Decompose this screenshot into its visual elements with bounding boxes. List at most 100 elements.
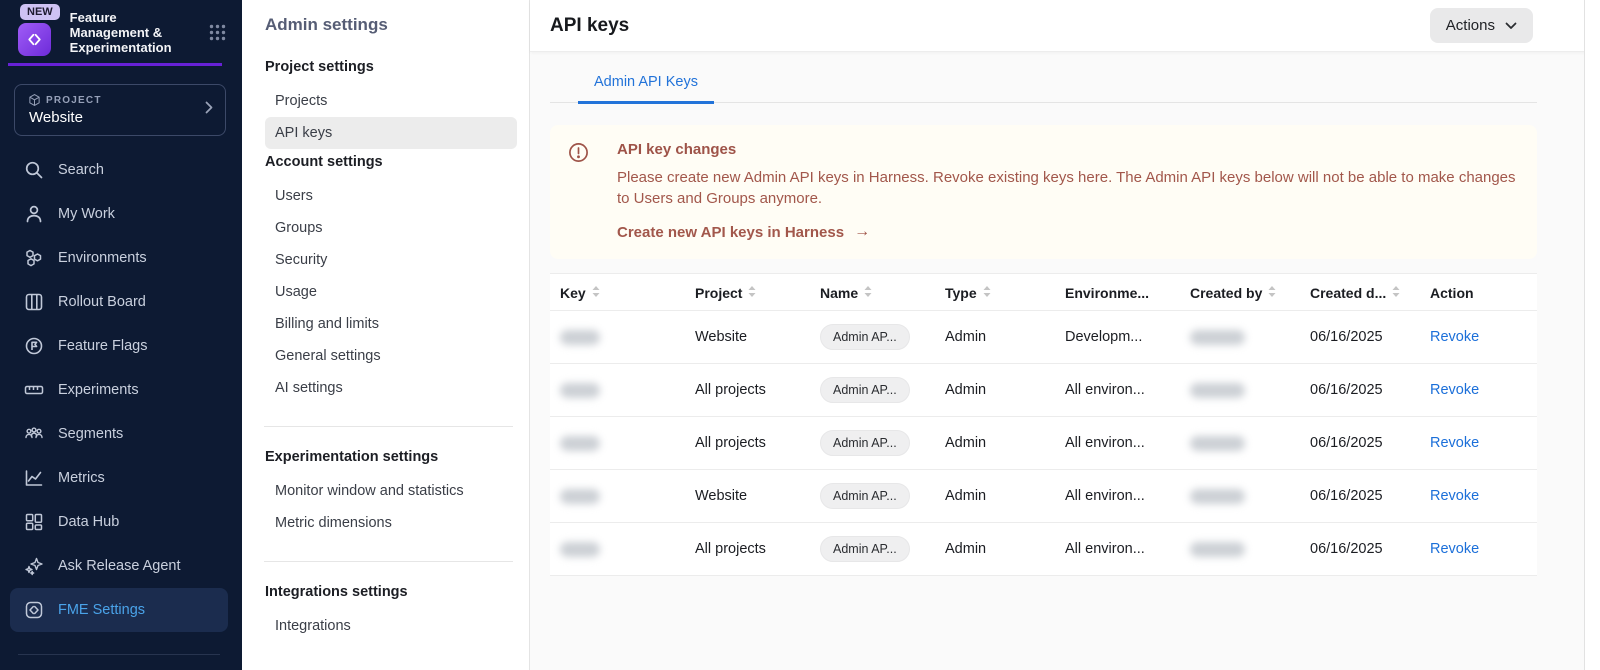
- revoke-link[interactable]: Revoke: [1430, 382, 1479, 398]
- revoke-link[interactable]: Revoke: [1430, 435, 1479, 451]
- column-header-key[interactable]: Key: [550, 274, 685, 311]
- primary-sidebar: NEW Feature Management & Experimentation: [0, 0, 242, 670]
- table-row: All projects Admin AP... Admin All envir…: [550, 364, 1537, 417]
- environment-cell: All environ...: [1055, 523, 1180, 576]
- project-label: PROJECT: [46, 95, 102, 106]
- environment-cell: All environ...: [1055, 417, 1180, 470]
- redacted-created-by: [1190, 542, 1245, 557]
- table-row: All projects Admin AP... Admin All envir…: [550, 523, 1537, 576]
- sidebar-item-label: Metrics: [58, 470, 105, 486]
- chevron-right-icon: [205, 101, 213, 119]
- line-chart-icon: [24, 468, 44, 488]
- column-header-type[interactable]: Type: [935, 274, 1055, 311]
- project-cell: Website: [685, 470, 810, 523]
- revoke-link[interactable]: Revoke: [1430, 488, 1479, 504]
- split-logo-icon: [24, 29, 45, 50]
- people-icon: [24, 424, 44, 444]
- settings-item-api-keys[interactable]: API keys: [265, 117, 517, 149]
- page-title: API keys: [550, 15, 629, 37]
- sidebar-item-label: Segments: [58, 426, 123, 442]
- create-api-keys-link[interactable]: Create new API keys in Harness →: [617, 223, 1517, 241]
- section-header-account-settings: Account settings: [265, 154, 529, 170]
- key-name-badge: Admin AP...: [820, 536, 910, 562]
- table-row: Website Admin AP... Admin Developm... 06…: [550, 311, 1537, 364]
- redacted-created-by: [1190, 383, 1245, 398]
- column-header-name[interactable]: Name: [810, 274, 935, 311]
- project-cell: All projects: [685, 523, 810, 576]
- settings-item-users[interactable]: Users: [265, 180, 517, 212]
- revoke-link[interactable]: Revoke: [1430, 329, 1479, 345]
- settings-item-metric-dimensions[interactable]: Metric dimensions: [265, 507, 517, 539]
- cube-icon: [29, 94, 40, 106]
- sidebar-item-segments[interactable]: Segments: [10, 412, 228, 456]
- app-grid-icon[interactable]: [209, 24, 226, 56]
- api-key-changes-callout: API key changes Please create new Admin …: [550, 125, 1537, 259]
- column-header-action: Action: [1420, 274, 1537, 311]
- sidebar-item-label: Experiments: [58, 382, 139, 398]
- sidebar-item-metrics[interactable]: Metrics: [10, 456, 228, 500]
- column-header-environment[interactable]: Environme...: [1055, 274, 1180, 311]
- settings-item-billing-and-limits[interactable]: Billing and limits: [265, 308, 517, 340]
- user-icon: [24, 204, 44, 224]
- sidebar-item-search[interactable]: Search: [10, 148, 228, 192]
- actions-button[interactable]: Actions: [1430, 8, 1533, 43]
- sort-icon: [1392, 284, 1400, 300]
- search-icon: [24, 160, 44, 180]
- project-selector[interactable]: PROJECT Website: [14, 84, 226, 136]
- column-header-created-by[interactable]: Created by: [1180, 274, 1300, 311]
- key-name-badge: Admin AP...: [820, 430, 910, 456]
- fme-logo: [18, 23, 51, 56]
- project-cell: All projects: [685, 364, 810, 417]
- settings-item-projects[interactable]: Projects: [265, 85, 517, 117]
- sidebar-item-my-work[interactable]: My Work: [10, 192, 228, 236]
- sidebar-item-label: FME Settings: [58, 602, 145, 618]
- sidebar-item-rollout-board[interactable]: Rollout Board: [10, 280, 228, 324]
- key-name-badge: Admin AP...: [820, 483, 910, 509]
- table-row: Website Admin AP... Admin All environ...…: [550, 470, 1537, 523]
- table-header-row: Key Project Name Type Environme... Creat…: [550, 274, 1537, 311]
- settings-item-integrations[interactable]: Integrations: [265, 610, 517, 642]
- sidebar-item-label: My Work: [58, 206, 115, 222]
- fme-settings-icon: [24, 600, 44, 620]
- sidebar-item-environments[interactable]: Environments: [10, 236, 228, 280]
- admin-settings-panel: Admin settings Project settings Projects…: [242, 0, 530, 670]
- created-date-cell: 06/16/2025: [1300, 311, 1420, 364]
- arrow-right-icon: →: [854, 223, 870, 241]
- settings-item-ai-settings[interactable]: AI settings: [265, 372, 517, 404]
- sidebar-item-ask-release-agent[interactable]: Ask Release Agent: [10, 544, 228, 588]
- settings-item-usage[interactable]: Usage: [265, 276, 517, 308]
- column-header-created-date[interactable]: Created d...: [1300, 274, 1420, 311]
- board-columns-icon: [24, 292, 44, 312]
- created-date-cell: 06/16/2025: [1300, 417, 1420, 470]
- revoke-link[interactable]: Revoke: [1430, 541, 1479, 557]
- sort-icon: [864, 284, 872, 300]
- key-name-badge: Admin AP...: [820, 324, 910, 350]
- section-header-integrations-settings: Integrations settings: [265, 584, 529, 600]
- alert-circle-icon: [568, 142, 589, 241]
- sidebar-item-label: Feature Flags: [58, 338, 147, 354]
- project-cell: Website: [685, 311, 810, 364]
- sidebar-item-data-hub[interactable]: Data Hub: [10, 500, 228, 544]
- sidebar-item-feature-flags[interactable]: Feature Flags: [10, 324, 228, 368]
- redacted-key-value: [560, 383, 600, 398]
- settings-item-general-settings[interactable]: General settings: [265, 340, 517, 372]
- redacted-key-value: [560, 436, 600, 451]
- settings-item-security[interactable]: Security: [265, 244, 517, 276]
- column-header-project[interactable]: Project: [685, 274, 810, 311]
- chevron-down-icon: [1505, 22, 1517, 30]
- created-date-cell: 06/16/2025: [1300, 470, 1420, 523]
- settings-item-groups[interactable]: Groups: [265, 212, 517, 244]
- environment-cell: Developm...: [1055, 311, 1180, 364]
- sidebar-divider: [18, 654, 220, 655]
- sort-icon: [1268, 284, 1276, 300]
- key-name-badge: Admin AP...: [820, 377, 910, 403]
- sort-icon: [748, 284, 756, 300]
- sidebar-item-experiments[interactable]: Experiments: [10, 368, 228, 412]
- environment-cell: All environ...: [1055, 364, 1180, 417]
- api-keys-content: Admin API Keys API key changes Please cr…: [530, 52, 1600, 576]
- vertical-scrollbar[interactable]: [1584, 0, 1600, 670]
- sidebar-item-label: Rollout Board: [58, 294, 146, 310]
- sidebar-item-fme-settings[interactable]: FME Settings: [10, 588, 228, 632]
- settings-item-monitor-window[interactable]: Monitor window and statistics: [265, 475, 517, 507]
- tab-admin-api-keys[interactable]: Admin API Keys: [578, 74, 714, 104]
